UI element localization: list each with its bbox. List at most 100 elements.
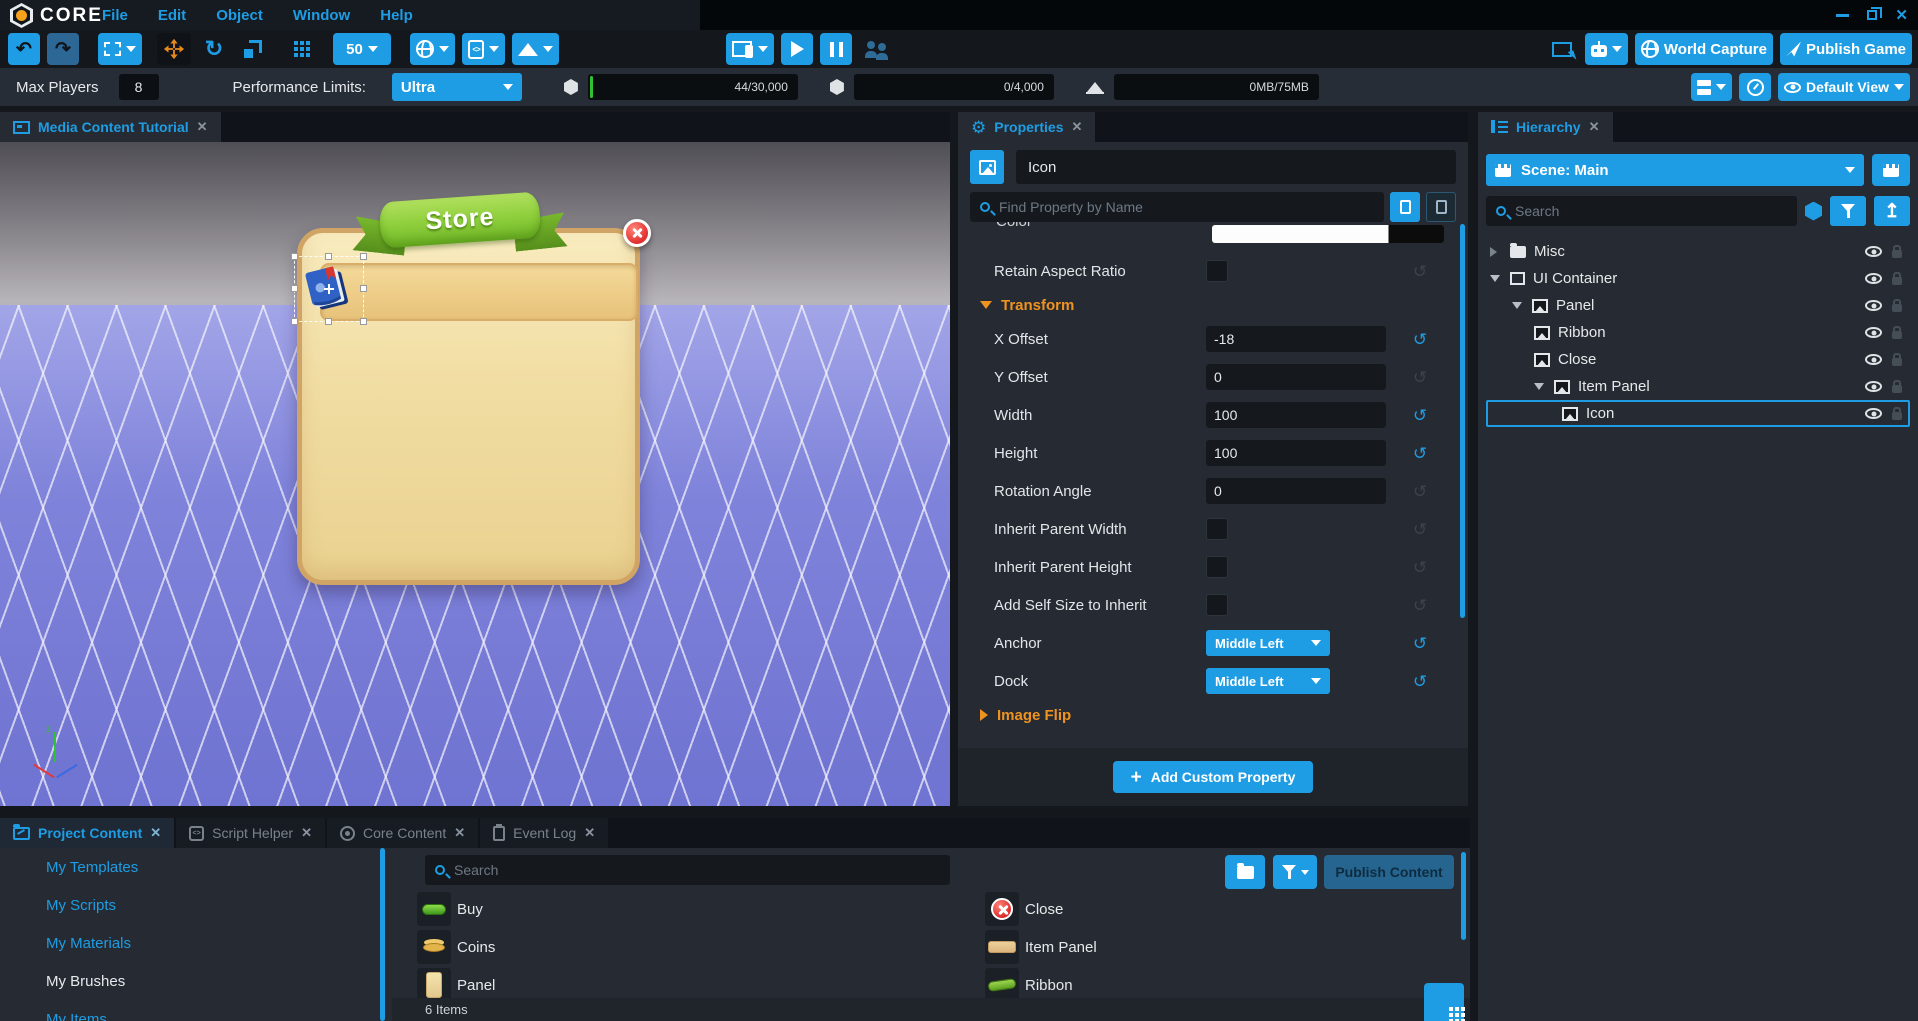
close-tab-icon[interactable]: ✕	[197, 119, 208, 135]
y-offset-input[interactable]	[1206, 364, 1386, 390]
hierarchy-export-button[interactable]: ↥	[1874, 196, 1910, 226]
menu-object[interactable]: Object	[216, 7, 263, 24]
viewport-3d-scene[interactable]: Store z	[0, 142, 950, 806]
tree-row-close[interactable]: Close	[1486, 346, 1910, 373]
content-item-coins[interactable]: Coins	[417, 930, 495, 964]
sidebar-item-my-brushes[interactable]: My Brushes	[0, 962, 380, 1000]
x-offset-input[interactable]	[1206, 326, 1386, 352]
reset-icon[interactable]: ↺	[1413, 596, 1427, 615]
close-tab-icon[interactable]: ✕	[1589, 119, 1600, 135]
content-filter-dropdown[interactable]	[1273, 855, 1317, 889]
menu-file[interactable]: File	[102, 7, 128, 24]
reset-icon[interactable]: ↺	[1413, 520, 1427, 539]
scene-dropdown[interactable]: Scene: Main	[1486, 154, 1864, 186]
tree-row-ribbon[interactable]: Ribbon	[1486, 319, 1910, 346]
sidebar-scrollbar[interactable]	[380, 848, 385, 1021]
content-item-ribbon[interactable]: Ribbon	[985, 968, 1073, 1002]
tab-hierarchy[interactable]: Hierarchy ✕	[1478, 112, 1613, 142]
content-item-buy[interactable]: Buy	[417, 892, 483, 926]
sidebar-item-my-items[interactable]: My Items	[0, 1000, 380, 1021]
selection-handles[interactable]	[291, 253, 367, 325]
lock-toggle[interactable]	[1892, 407, 1902, 420]
visibility-toggle[interactable]	[1865, 273, 1882, 284]
minimize-icon[interactable]	[1836, 13, 1850, 17]
menu-help[interactable]: Help	[380, 7, 413, 24]
script-dropdown[interactable]: <>	[462, 33, 505, 65]
hierarchy-filter-button[interactable]	[1830, 196, 1866, 226]
close-tab-icon[interactable]: ✕	[301, 825, 312, 841]
object-name-input[interactable]	[1016, 150, 1456, 184]
close-tab-icon[interactable]: ✕	[150, 825, 161, 841]
grid-size-dropdown[interactable]: 50	[333, 33, 391, 65]
lock-toggle[interactable]	[1892, 353, 1902, 366]
grid-snap-button[interactable]	[286, 33, 318, 65]
tree-row-panel[interactable]: Panel	[1486, 292, 1910, 319]
handle[interactable]	[360, 285, 367, 292]
expander-icon[interactable]	[1490, 275, 1502, 282]
grid-view-button[interactable]	[1424, 983, 1464, 1021]
reset-icon[interactable]: ↺	[1413, 482, 1427, 501]
sidebar-item-my-scripts[interactable]: My Scripts	[0, 886, 380, 924]
terrain-dropdown[interactable]	[512, 33, 559, 65]
find-property-search[interactable]	[970, 192, 1384, 222]
properties-scroll-area[interactable]: Color Retain Aspect Ratio ↺ Transform X …	[958, 222, 1468, 748]
reset-icon[interactable]: ↺	[1413, 262, 1427, 281]
transform-section-header[interactable]: Transform	[972, 290, 1454, 320]
expander-icon[interactable]	[1534, 383, 1546, 390]
visibility-toggle[interactable]	[1865, 246, 1882, 257]
visibility-toggle[interactable]	[1865, 381, 1882, 392]
tree-row-icon-selected[interactable]: Icon	[1486, 400, 1910, 427]
handle[interactable]	[325, 253, 332, 260]
reset-icon[interactable]: ↺	[1413, 672, 1427, 691]
server-settings-dropdown[interactable]	[1691, 73, 1732, 101]
paste-properties-button[interactable]	[1426, 192, 1456, 222]
close-tab-icon[interactable]: ✕	[454, 825, 465, 841]
move-tool-button[interactable]	[157, 33, 191, 65]
performance-limits-dropdown[interactable]: Ultra	[391, 73, 522, 101]
play-button[interactable]	[781, 33, 813, 65]
rotate-tool-button[interactable]: ↻	[198, 33, 230, 65]
tab-script-helper[interactable]: <> Script Helper ✕	[176, 818, 325, 848]
reset-icon[interactable]: ↺	[1413, 406, 1427, 425]
content-item-close[interactable]: Close	[985, 892, 1063, 926]
height-input[interactable]	[1206, 440, 1386, 466]
handle[interactable]	[291, 253, 298, 260]
tree-row-item-panel[interactable]: Item Panel	[1486, 373, 1910, 400]
handle[interactable]	[325, 318, 332, 325]
content-scrollbar[interactable]	[1461, 852, 1466, 940]
visibility-toggle[interactable]	[1865, 354, 1882, 365]
menu-edit[interactable]: Edit	[158, 7, 186, 24]
lock-toggle[interactable]	[1892, 272, 1902, 285]
handle[interactable]	[360, 253, 367, 260]
close-tab-icon[interactable]: ✕	[584, 825, 595, 841]
content-search[interactable]	[425, 855, 950, 885]
preview-mode-dropdown[interactable]	[726, 33, 774, 65]
expander-icon[interactable]	[1512, 302, 1524, 309]
publish-game-button[interactable]: Publish Game	[1779, 33, 1912, 65]
tab-properties[interactable]: ⚙ Properties ✕	[958, 112, 1096, 142]
content-search-input[interactable]	[454, 862, 940, 878]
menu-window[interactable]: Window	[293, 7, 350, 24]
redo-button[interactable]: ↷	[47, 33, 79, 65]
find-property-input[interactable]	[999, 199, 1374, 215]
sidebar-item-my-templates[interactable]: My Templates	[0, 848, 380, 886]
world-capture-button[interactable]: World Capture	[1634, 33, 1773, 65]
reset-icon[interactable]: ↺	[1413, 330, 1427, 349]
inherit-parent-height-checkbox[interactable]	[1206, 556, 1228, 578]
default-view-dropdown[interactable]: Default View	[1778, 73, 1910, 101]
add-self-size-checkbox[interactable]	[1206, 594, 1228, 616]
add-custom-property-button[interactable]: + Add Custom Property	[1112, 761, 1314, 793]
reset-icon[interactable]: ↺	[1413, 558, 1427, 577]
pause-button[interactable]	[820, 33, 852, 65]
visibility-toggle[interactable]	[1865, 408, 1882, 419]
inherit-parent-width-checkbox[interactable]	[1206, 518, 1228, 540]
lock-toggle[interactable]	[1892, 326, 1902, 339]
color-swatch[interactable]	[1212, 225, 1444, 243]
anchor-dropdown[interactable]: Middle Left	[1206, 630, 1330, 656]
store-item-panel[interactable]	[320, 263, 638, 321]
retain-aspect-checkbox[interactable]	[1206, 260, 1228, 282]
object-type-button[interactable]	[970, 150, 1004, 184]
close-tab-icon[interactable]: ✕	[1072, 119, 1083, 135]
tab-core-content[interactable]: Core Content ✕	[326, 818, 479, 848]
scale-tool-button[interactable]	[237, 33, 269, 65]
